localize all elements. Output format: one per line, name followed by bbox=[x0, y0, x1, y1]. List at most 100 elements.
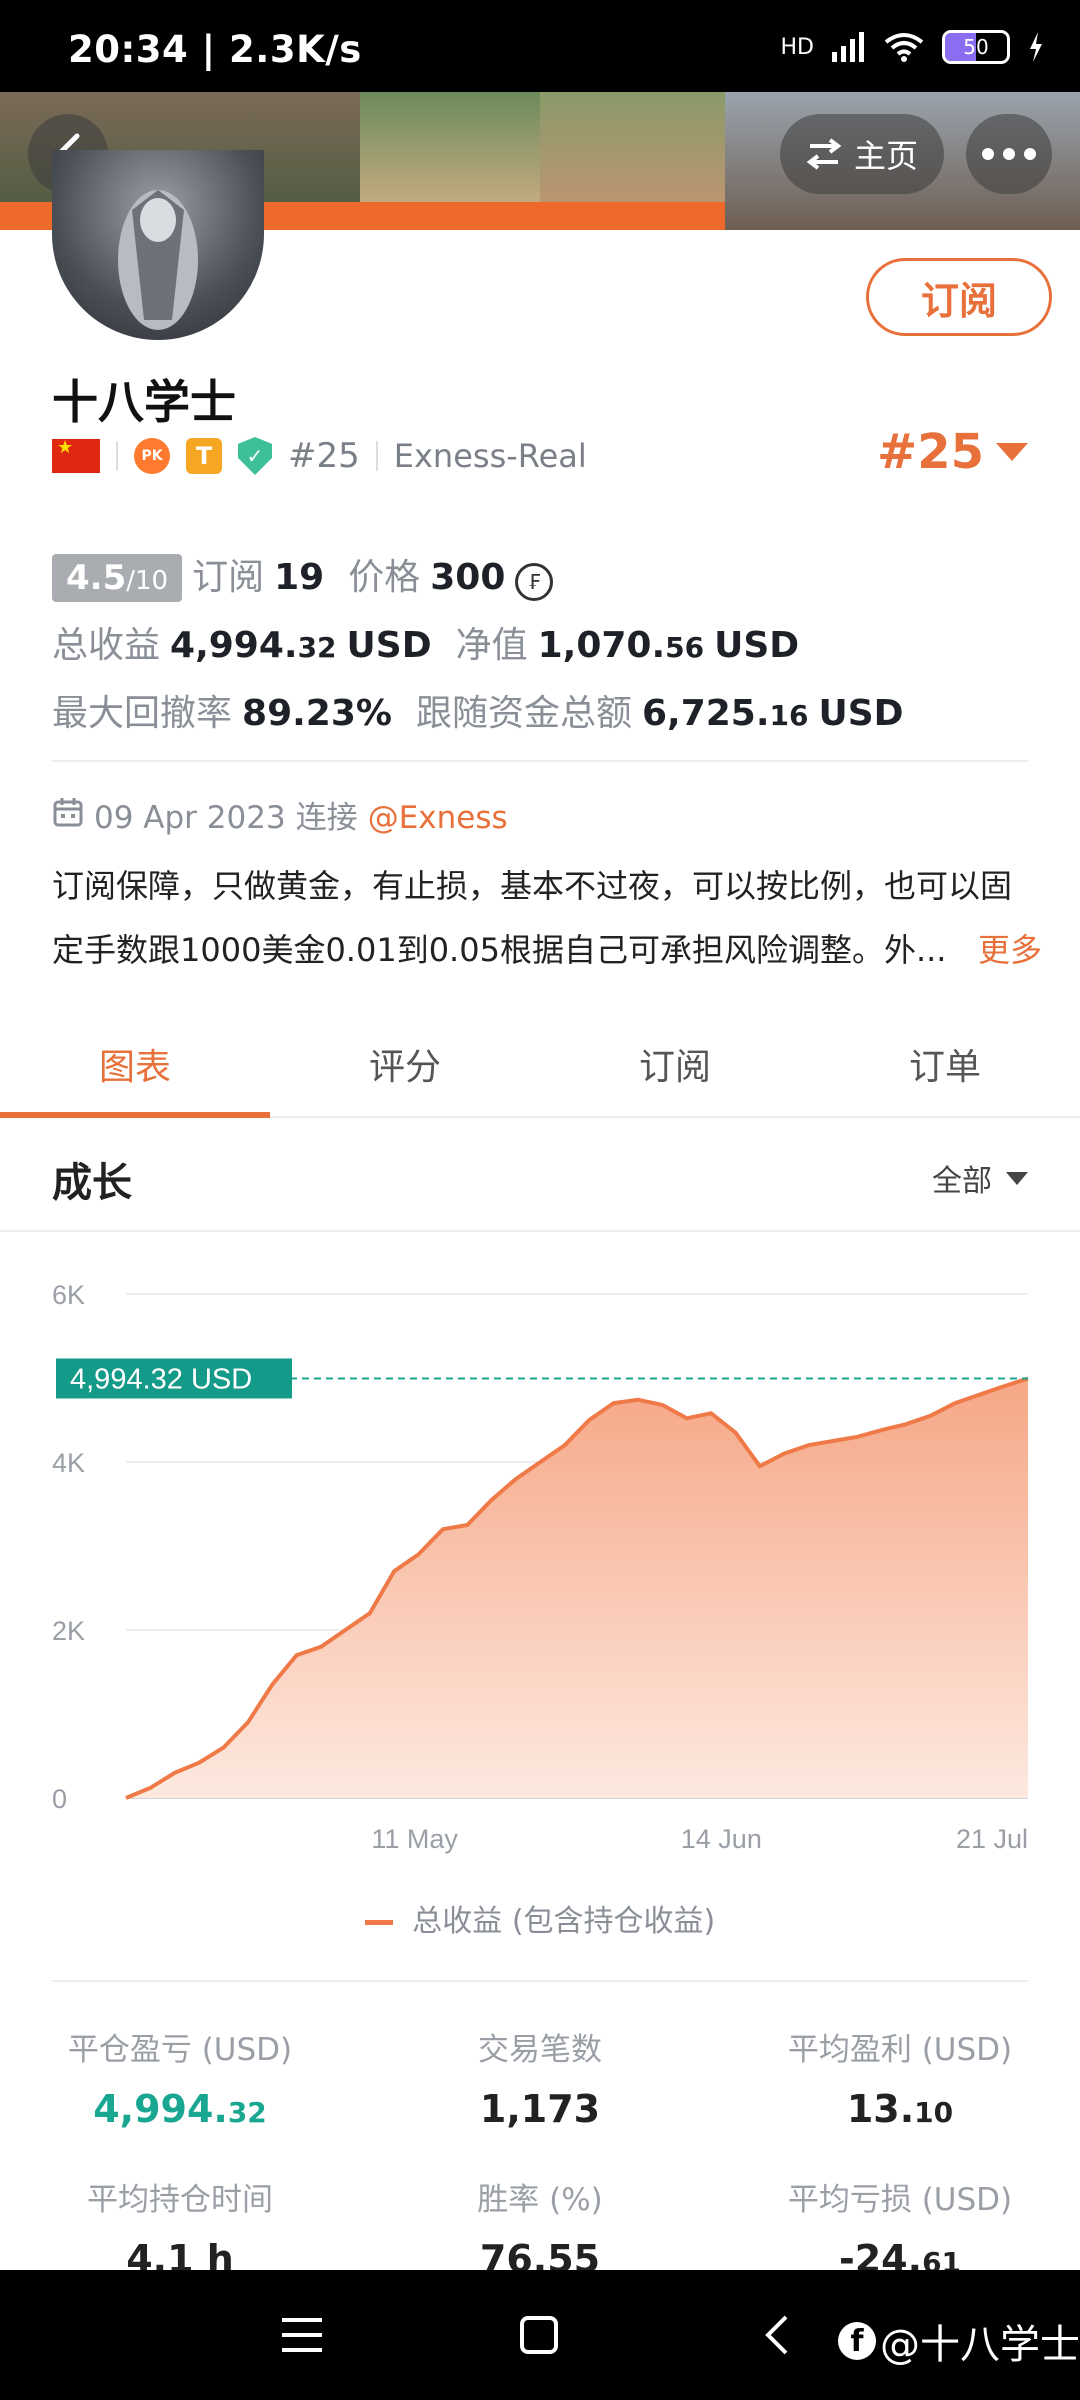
total-profit-label: 总收益 bbox=[52, 625, 161, 666]
more-link[interactable]: 更多 bbox=[978, 918, 1042, 982]
equity-label: 净值 bbox=[455, 625, 528, 666]
china-flag-icon bbox=[52, 437, 100, 473]
divider bbox=[52, 760, 1028, 762]
total-profit-value: 4,994.32 bbox=[170, 625, 337, 666]
legend-swatch bbox=[364, 1920, 393, 1925]
chart-area-fill bbox=[126, 1378, 1028, 1798]
follow-funds-label: 跟随资金总额 bbox=[415, 693, 632, 734]
stat-label: 胜率 (%) bbox=[477, 2182, 603, 2218]
divider bbox=[116, 441, 118, 471]
growth-chart[interactable]: 6K 4K 2K 0 11 May 14 Jun 21 Jul 4,994.32 USD bbox=[0, 1240, 1080, 1880]
home-button[interactable]: 主页 bbox=[780, 114, 944, 194]
coin-icon: ₣ bbox=[515, 563, 554, 601]
status-bar: 20:34 | 2.3K/s HD 50 bbox=[0, 0, 1080, 92]
stat-cell: 平均持仓时间 4.1 h bbox=[0, 2174, 360, 2284]
description-line: 定手数跟1000美金0.01到0.05根据自己可承担风险调整。外... 更多 bbox=[52, 918, 1042, 982]
score-row: 4.5/10 订阅 19 价格 300 ₣ bbox=[52, 548, 554, 602]
watermark: f @十八学士 bbox=[838, 2312, 1080, 2370]
y-tick-label: 6K bbox=[52, 1280, 85, 1310]
x-tick-label: 21 Jul bbox=[956, 1824, 1028, 1854]
chart-legend: 总收益 (包含持仓收益) bbox=[0, 1896, 1080, 1940]
current-value-text: 4,994.32 USD bbox=[70, 1363, 252, 1395]
more-dots-icon bbox=[982, 148, 1036, 160]
tab-bar: 图表 评分 订阅 订单 bbox=[0, 1020, 1080, 1118]
badges-row: PK T ✓ #25 Exness-Real bbox=[52, 436, 587, 476]
more-button[interactable] bbox=[966, 114, 1052, 194]
calendar-icon bbox=[53, 798, 83, 827]
stat-label: 交易笔数 bbox=[478, 2032, 602, 2068]
max-drawdown-value: 89.23% bbox=[242, 693, 392, 734]
equity-unit: USD bbox=[714, 625, 800, 666]
description-line: 订阅保障，只做黄金，有止损，基本不过夜，可以按比例，也可以固 bbox=[52, 867, 1013, 905]
divider bbox=[375, 441, 378, 471]
verified-shield-icon[interactable]: ✓ bbox=[238, 437, 272, 475]
y-tick-label: 4K bbox=[52, 1448, 85, 1478]
subscribe-button[interactable]: 订阅 bbox=[866, 258, 1052, 336]
x-tick-label: 14 Jun bbox=[681, 1824, 762, 1854]
rank-value: #25 bbox=[876, 424, 984, 480]
chevron-down-icon bbox=[996, 443, 1028, 461]
connection-row: 09 Apr 2023 连接 @Exness bbox=[52, 792, 508, 837]
status-icons: HD 50 bbox=[781, 30, 1044, 64]
total-profit-unit: USD bbox=[346, 625, 432, 666]
price-label: 价格 bbox=[348, 557, 421, 598]
system-nav-bar: f @十八学士 bbox=[0, 2270, 1080, 2400]
stat-cell: 交易笔数 1,173 bbox=[360, 2024, 720, 2174]
follow-funds-unit: USD bbox=[818, 693, 904, 734]
avatar[interactable] bbox=[52, 150, 264, 340]
price-value: 300 bbox=[430, 557, 506, 598]
section-title: 成长 bbox=[52, 1160, 132, 1206]
profit-row: 总收益 4,994.32 USD 净值 1,070.56 USD bbox=[52, 616, 799, 668]
tab-chart[interactable]: 图表 bbox=[0, 1020, 270, 1118]
rank-dropdown[interactable]: #25 bbox=[877, 424, 1028, 480]
divider bbox=[52, 1980, 1028, 1982]
broker-label: Exness-Real bbox=[393, 437, 587, 475]
stat-label: 平均亏损 (USD) bbox=[787, 2182, 1013, 2218]
subscribe-count-label: 订阅 bbox=[192, 557, 265, 598]
wifi-icon bbox=[884, 33, 924, 62]
legend-label: 总收益 (包含持仓收益) bbox=[412, 1904, 716, 1939]
rank-label: #25 bbox=[288, 436, 360, 476]
signal-bars-icon bbox=[832, 32, 864, 62]
trader-badge-icon[interactable]: T bbox=[186, 438, 222, 474]
stat-value: 13.10 bbox=[846, 2087, 954, 2131]
tab-orders[interactable]: 订单 bbox=[810, 1020, 1080, 1116]
y-tick-label: 0 bbox=[52, 1784, 67, 1814]
broker-link[interactable]: @Exness bbox=[368, 800, 508, 836]
stat-value: 4,994.32 bbox=[93, 2087, 267, 2131]
stat-cell: 平均亏损 (USD) -24.61 bbox=[720, 2174, 1080, 2284]
battery-icon: 50 bbox=[942, 30, 1010, 64]
stat-label: 平均盈利 (USD) bbox=[787, 2032, 1013, 2068]
connection-date: 09 Apr 2023 bbox=[94, 800, 286, 836]
stat-cell: 胜率 (%) 76.55 bbox=[360, 2174, 720, 2284]
charging-icon bbox=[1030, 32, 1042, 62]
stat-label: 平均持仓时间 bbox=[87, 2182, 273, 2218]
range-filter[interactable]: 全部 bbox=[932, 1156, 1028, 1200]
stat-cell: 平均盈利 (USD) 13.10 bbox=[720, 2024, 1080, 2174]
facebook-icon: f bbox=[838, 2322, 876, 2360]
home-label: 主页 bbox=[853, 137, 918, 175]
chevron-down-icon bbox=[1006, 1171, 1028, 1185]
stat-cell: 平仓盈亏 (USD) 4,994.32 bbox=[0, 2024, 360, 2174]
tab-rating[interactable]: 评分 bbox=[270, 1020, 540, 1116]
equity-value: 1,070.56 bbox=[537, 625, 705, 666]
drawdown-row: 最大回撤率 89.23% 跟随资金总额 6,725.16 USD bbox=[52, 684, 904, 736]
status-time: 20:34 | 2.3K/s bbox=[68, 28, 362, 71]
stat-label: 平仓盈亏 (USD) bbox=[67, 2032, 293, 2068]
current-value-label: 4,994.32 USD bbox=[56, 1358, 292, 1399]
back-nav-icon[interactable] bbox=[764, 2314, 790, 2356]
stats-grid: 平仓盈亏 (USD) 4,994.32 交易笔数 1,173 平均盈利 (USD) 13.… bbox=[0, 2024, 1080, 2284]
subscribe-count: 19 bbox=[274, 557, 325, 598]
x-axis: 11 May 14 Jun 21 Jul bbox=[371, 1824, 1028, 1854]
pk-badge-icon[interactable]: PK bbox=[134, 438, 170, 474]
tab-subscribe[interactable]: 订阅 bbox=[540, 1020, 810, 1116]
trader-name: 十八学士 bbox=[52, 375, 236, 429]
section-header: 成长 全部 bbox=[0, 1118, 1080, 1232]
connection-label: 连接 bbox=[295, 800, 358, 836]
x-tick-label: 11 May bbox=[371, 1824, 458, 1854]
swap-icon bbox=[806, 138, 842, 170]
max-drawdown-label: 最大回撤率 bbox=[52, 693, 233, 734]
stat-value: 1,173 bbox=[479, 2087, 601, 2131]
home-square-icon[interactable] bbox=[520, 2316, 558, 2354]
menu-icon[interactable] bbox=[282, 2318, 322, 2352]
